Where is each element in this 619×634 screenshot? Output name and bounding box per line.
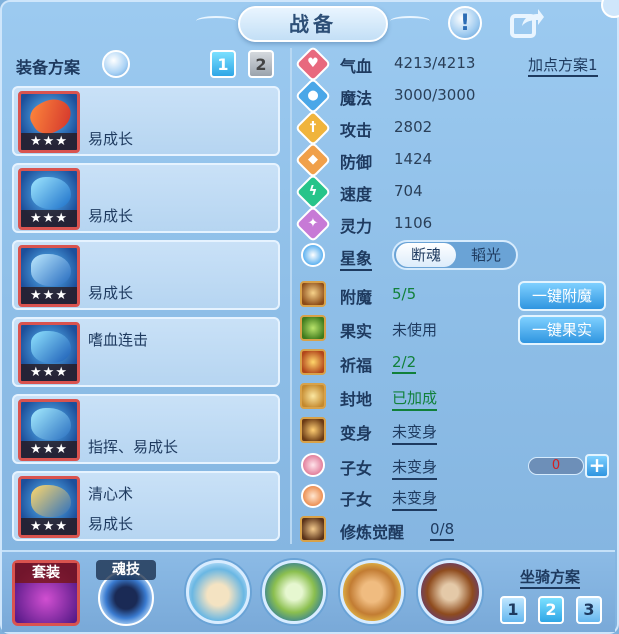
stat-hp: ♥ 气血 4213/4213 加点方案1 <box>294 45 610 83</box>
equipment-slot-helmet[interactable]: ★★★ 易成长 <box>12 163 280 233</box>
soul-skill-label: 魂技 <box>96 560 156 580</box>
child-icon <box>301 484 325 508</box>
edit-pencil-icon[interactable] <box>102 50 130 78</box>
equipment-list: ★★★ 易成长 ★★★ 易成长 ★★★ 易成长 ★★★ 嗜血连击 ★★★ 指挥、… <box>12 86 280 548</box>
equipment-trait: 易成长 <box>88 515 134 533</box>
feature-fief: 封地 已加成 <box>300 383 610 411</box>
plus-icon[interactable]: + <box>585 454 609 478</box>
fruit-icon <box>300 315 326 341</box>
sword-icon: † <box>294 109 332 147</box>
transform-icon <box>300 417 326 443</box>
star-sign-toggle[interactable]: 断魂 韬光 <box>392 240 518 270</box>
star-option-taoguang[interactable]: 韬光 <box>456 243 516 267</box>
helmet-icon: ★★★ <box>18 168 80 230</box>
equipment-trait: 易成长 <box>88 130 134 148</box>
heart-icon: ♥ <box>294 45 332 83</box>
equipment-trait: 易成长 <box>88 207 134 225</box>
blade-skill-icon[interactable] <box>262 560 326 624</box>
column-divider <box>290 48 292 544</box>
mount-tab-3[interactable]: 3 <box>576 596 602 624</box>
equipment-effect: 清心术 <box>88 485 134 503</box>
lightning-icon: ϟ <box>294 173 332 211</box>
punch-skill-icon[interactable] <box>340 560 404 624</box>
equipment-slot-necklace[interactable]: ★★★ 易成长 <box>12 240 280 310</box>
loadout-tab-1[interactable]: 1 <box>210 50 236 78</box>
fist-skill-icon[interactable] <box>186 560 250 624</box>
weapon-icon: ★★★ <box>18 91 80 153</box>
mount-plan-label: 坐骑方案 <box>520 566 581 589</box>
star-sign-label[interactable]: 星象 <box>340 245 373 271</box>
feature-child-2: 子女 未变身 <box>300 483 610 511</box>
cultivation-icon <box>300 516 326 542</box>
equipment-trait: 易成长 <box>88 284 134 302</box>
stat-attack: † 攻击 2802 <box>294 109 610 147</box>
child-counter: 0 <box>528 457 584 475</box>
equipment-effect: 嗜血连击 <box>88 331 149 349</box>
equipment-slot-armor[interactable]: ★★★ 嗜血连击 <box>12 317 280 387</box>
loadout-tab-2[interactable]: 2 <box>248 50 274 78</box>
shield-icon: ◆ <box>294 141 332 179</box>
star-option-duanhun[interactable]: 断魂 <box>396 243 456 267</box>
equipment-slot-boots[interactable]: ★★★ 清心术 易成长 <box>12 471 280 541</box>
title-ornament-right <box>390 16 430 26</box>
stat-mp: ● 魔法 3000/3000 <box>294 77 610 115</box>
feature-blessing: 祈福 2/2 <box>300 349 610 377</box>
auto-enchant-button[interactable]: 一键附魔 <box>518 281 606 311</box>
shield-skill-icon[interactable] <box>418 560 482 624</box>
star-sign-icon <box>301 243 325 267</box>
armor-icon: ★★★ <box>18 322 80 384</box>
fief-icon <box>300 383 326 409</box>
stat-spirit: ✦ 灵力 1106 <box>294 205 610 243</box>
belt-icon: ★★★ <box>18 399 80 461</box>
enchant-icon <box>300 281 326 307</box>
spirit-icon: ✦ <box>294 205 332 243</box>
stat-speed: ϟ 速度 704 <box>294 173 610 211</box>
soul-skill-button[interactable]: 魂技 <box>94 560 158 626</box>
equipment-slot-belt[interactable]: ★★★ 指挥、易成长 <box>12 394 280 464</box>
mount-tab-1[interactable]: 1 <box>500 596 526 624</box>
loadout-header: 装备方案 1 2 <box>16 50 286 80</box>
auto-fruit-button[interactable]: 一键果实 <box>518 315 606 345</box>
equipment-slot-weapon[interactable]: ★★★ 易成长 <box>12 86 280 156</box>
add-point-plan-link[interactable]: 加点方案1 <box>528 54 598 77</box>
boots-icon: ★★★ <box>18 476 80 538</box>
mount-tab-2[interactable]: 2 <box>538 596 564 624</box>
blessing-icon <box>300 349 326 375</box>
necklace-icon: ★★★ <box>18 245 80 307</box>
loadout-label: 装备方案 <box>16 58 81 77</box>
mana-icon: ● <box>294 77 332 115</box>
set-label: 套装 <box>15 563 77 583</box>
feature-transform: 变身 未变身 <box>300 417 610 445</box>
feature-cultivation: 修炼觉醒 0/8 <box>300 516 610 544</box>
info-icon[interactable]: ! <box>448 6 482 40</box>
stat-defense: ◆ 防御 1424 <box>294 141 610 179</box>
child-icon <box>301 453 325 477</box>
set-button[interactable]: 套装 <box>12 560 80 626</box>
title-ornament-left <box>196 16 236 26</box>
equipment-trait: 指挥、易成长 <box>88 438 179 456</box>
page-title: 战备 <box>238 6 388 42</box>
share-icon[interactable] <box>510 6 544 40</box>
